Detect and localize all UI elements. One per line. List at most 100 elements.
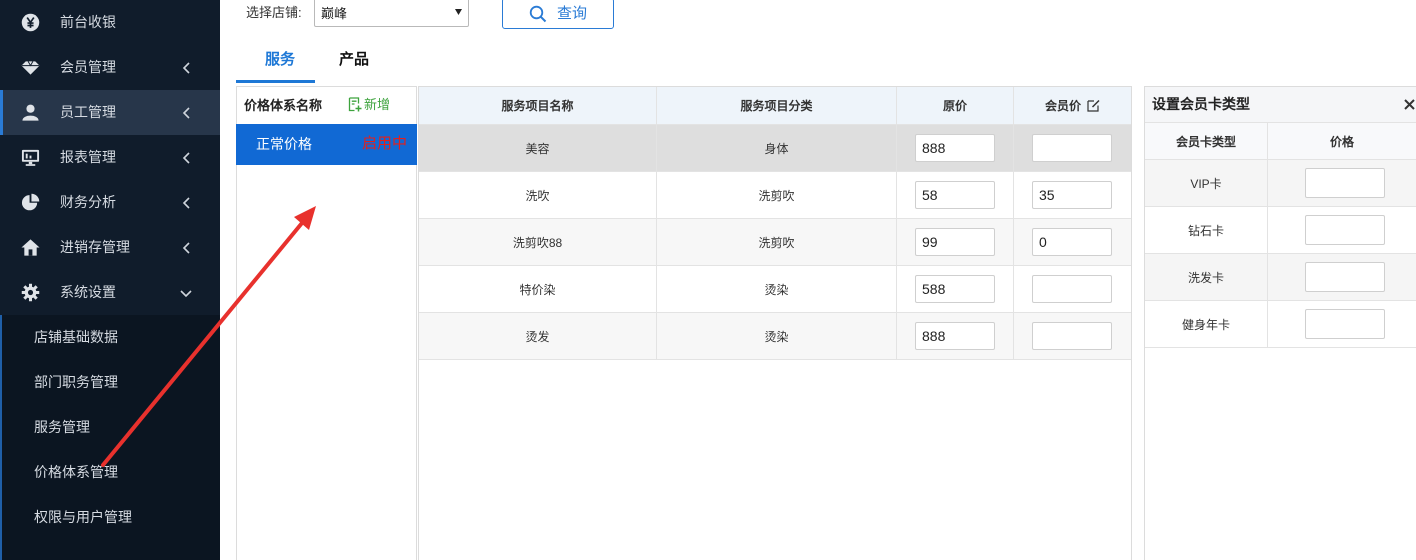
table-row[interactable]: 洗吹 洗剪吹 (419, 172, 1131, 219)
edit-icon[interactable] (1087, 99, 1100, 112)
store-select[interactable]: 巅峰 (314, 0, 469, 27)
chevron-left-icon (182, 62, 192, 74)
table-row[interactable]: 烫发 烫染 (419, 313, 1131, 360)
card-price-input[interactable] (1305, 262, 1385, 292)
member-price-input[interactable] (1032, 134, 1112, 162)
price-system-item[interactable]: 正常价格 启用中 (236, 124, 417, 165)
sidebar-item-inventory[interactable]: 进销存管理 (0, 225, 220, 270)
card-type: 洗发卡 (1145, 254, 1268, 300)
sidebar-item-reports[interactable]: 报表管理 (0, 135, 220, 180)
service-category: 洗剪吹 (657, 219, 897, 265)
submenu-item-label: 权限与用户管理 (34, 509, 132, 525)
status-badge: 启用中 (362, 135, 408, 152)
price-input[interactable] (915, 275, 995, 303)
sidebar-item-label: 报表管理 (60, 149, 116, 165)
query-button-label: 查询 (557, 5, 588, 22)
service-category: 洗剪吹 (657, 172, 897, 218)
sidebar-item-label: 前台收银 (60, 14, 116, 30)
sidebar-item-label: 财务分析 (60, 194, 116, 210)
member-price-input[interactable] (1032, 275, 1112, 303)
service-name: 美容 (419, 125, 657, 171)
pie-chart-icon (21, 193, 40, 212)
member-price-input[interactable] (1032, 181, 1112, 209)
member-card-panel-header: 设置会员卡类型 (1145, 87, 1416, 123)
card-price-input[interactable] (1305, 168, 1385, 198)
price-input[interactable] (915, 228, 995, 256)
table-row[interactable]: 特价染 烫染 (419, 266, 1131, 313)
services-table: 服务项目名称 服务项目分类 原价 会员价 美容 身体 洗吹 洗剪吹 洗剪吹88 … (418, 86, 1132, 560)
monitor-icon (21, 148, 40, 167)
sidebar-item-finance[interactable]: 财务分析 (0, 180, 220, 225)
price-input[interactable] (915, 322, 995, 350)
price-cell (897, 266, 1014, 312)
yen-icon (21, 13, 40, 32)
tab-services[interactable]: 服务 (265, 51, 295, 69)
gear-icon (21, 283, 40, 302)
table-row[interactable]: 洗剪吹88 洗剪吹 (419, 219, 1131, 266)
price-cell (897, 125, 1014, 171)
column-header: 会员价 (1044, 99, 1081, 113)
service-category: 烫染 (657, 313, 897, 359)
price-input[interactable] (915, 181, 995, 209)
submenu-item-label: 部门职务管理 (34, 374, 118, 390)
sidebar-item-label: 会员管理 (60, 59, 116, 75)
sidebar-item-settings[interactable]: 系统设置 (0, 270, 220, 315)
column-header: 服务项目分类 (657, 87, 897, 124)
submenu-item-label: 店铺基础数据 (34, 329, 118, 345)
member-card-panel: 设置会员卡类型 会员卡类型 价格 VIP卡 钻石卡 洗发卡 健身年卡 (1144, 86, 1416, 560)
member-price-cell (1014, 172, 1131, 218)
table-row: 钻石卡 (1145, 207, 1416, 254)
store-select-value: 巅峰 (321, 6, 348, 21)
member-price-input[interactable] (1032, 322, 1112, 350)
service-name: 特价染 (419, 266, 657, 312)
submenu-item-price-systems[interactable]: 价格体系管理 (2, 450, 220, 495)
diamond-icon (21, 58, 40, 77)
chevron-left-icon (182, 242, 192, 254)
price-system-name: 正常价格 (256, 136, 312, 152)
submenu-item-services[interactable]: 服务管理 (2, 405, 220, 450)
close-icon[interactable] (1404, 99, 1415, 110)
price-input[interactable] (915, 134, 995, 162)
home-icon (21, 238, 40, 257)
search-icon (529, 5, 547, 23)
chevron-down-icon (180, 289, 192, 298)
member-price-cell (1014, 313, 1131, 359)
query-button[interactable]: 查询 (502, 0, 614, 29)
service-category: 烫染 (657, 266, 897, 312)
sidebar: 前台收银 会员管理 员工管理 报表管理 财务分析 进销存管理 系统设置 店铺基础… (0, 0, 220, 560)
submenu-item-permissions[interactable]: 权限与用户管理 (2, 495, 220, 540)
table-row[interactable]: 美容 身体 (419, 125, 1131, 172)
chevron-left-icon (182, 197, 192, 209)
table-header: 服务项目名称 服务项目分类 原价 会员价 (419, 87, 1131, 125)
column-header: 原价 (897, 87, 1014, 124)
price-system-header: 价格体系名称 新增 (237, 87, 416, 124)
card-price-cell (1268, 160, 1416, 206)
table-row: 健身年卡 (1145, 301, 1416, 348)
sidebar-item-checkout[interactable]: 前台收银 (0, 0, 220, 45)
tab-products[interactable]: 产品 (339, 51, 369, 69)
price-system-title: 价格体系名称 (244, 98, 323, 113)
card-price-input[interactable] (1305, 309, 1385, 339)
service-name: 洗剪吹88 (419, 219, 657, 265)
submenu-item-label: 价格体系管理 (34, 464, 118, 480)
price-cell (897, 172, 1014, 218)
sidebar-item-label: 员工管理 (60, 104, 116, 120)
user-icon (21, 103, 40, 122)
member-price-input[interactable] (1032, 228, 1112, 256)
card-price-input[interactable] (1305, 215, 1385, 245)
add-price-system-label: 新增 (364, 97, 391, 112)
member-price-header: 会员价 (1014, 87, 1131, 124)
sidebar-item-members[interactable]: 会员管理 (0, 45, 220, 90)
submenu-item-departments[interactable]: 部门职务管理 (2, 360, 220, 405)
card-price-cell (1268, 301, 1416, 347)
price-cell (897, 313, 1014, 359)
settings-submenu: 店铺基础数据 部门职务管理 服务管理 价格体系管理 权限与用户管理 (0, 315, 220, 560)
sidebar-item-staff[interactable]: 员工管理 (0, 90, 220, 135)
table-header: 会员卡类型 价格 (1145, 123, 1416, 160)
member-card-table: 会员卡类型 价格 VIP卡 钻石卡 洗发卡 健身年卡 (1145, 123, 1416, 348)
active-tab-indicator (236, 80, 315, 83)
submenu-item-store-data[interactable]: 店铺基础数据 (2, 315, 220, 360)
card-price-cell (1268, 254, 1416, 300)
sidebar-item-label: 进销存管理 (60, 239, 130, 255)
card-type: 钻石卡 (1145, 207, 1268, 253)
